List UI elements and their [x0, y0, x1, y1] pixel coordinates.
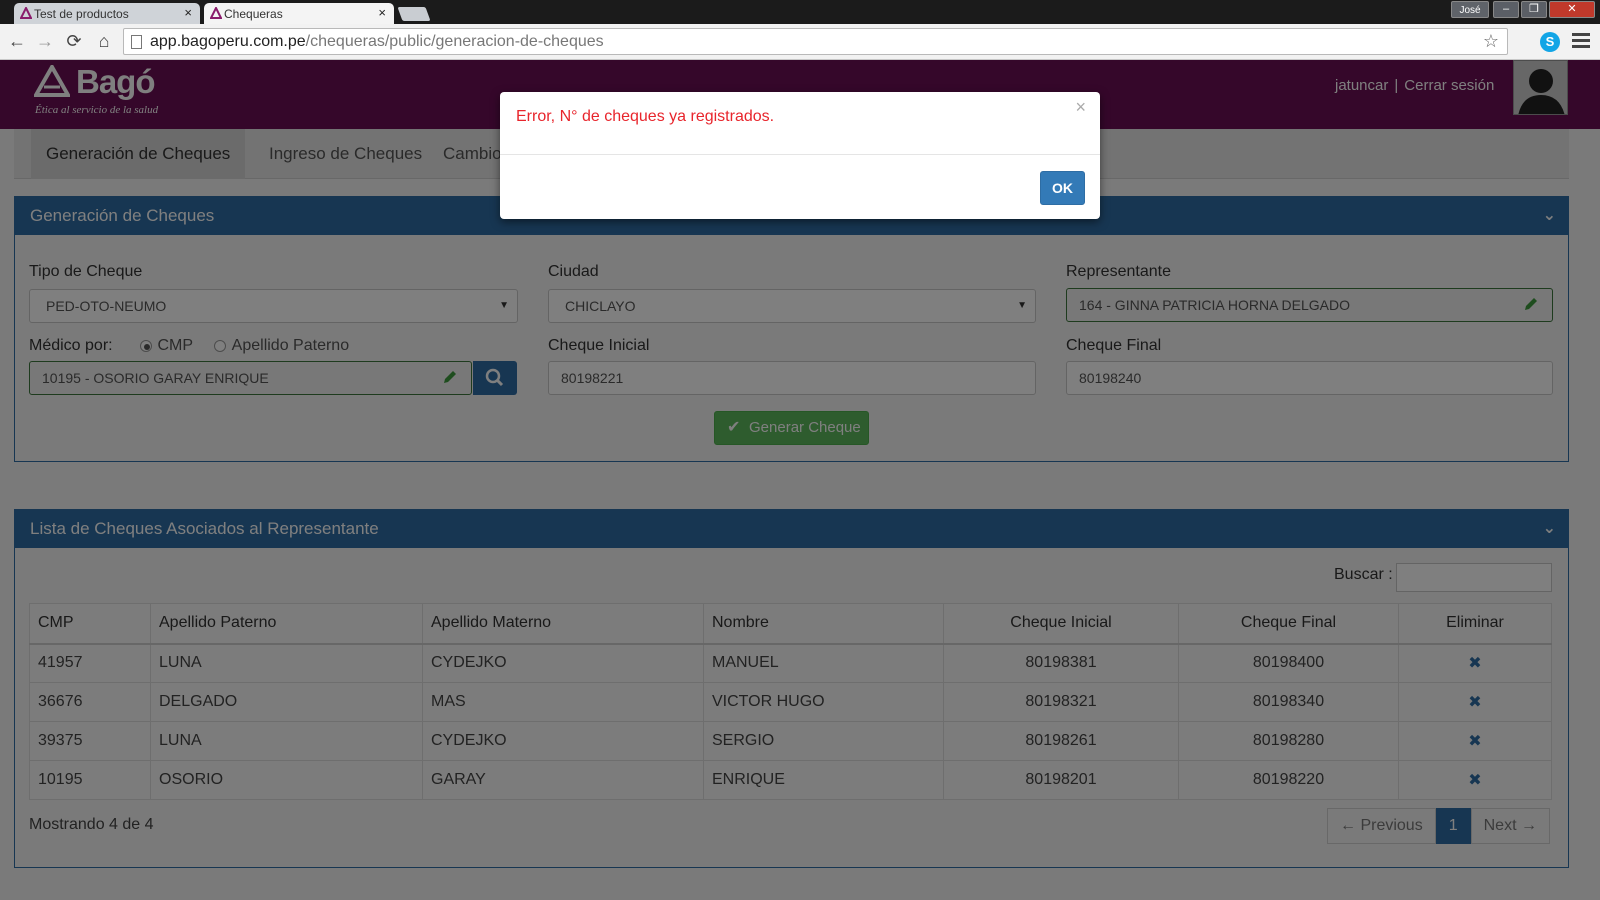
browser-user-badge[interactable]: José [1451, 1, 1489, 18]
bago-favicon-icon [210, 7, 222, 19]
url-text: app.bagoperu.com.pe/chequeras/public/gen… [150, 33, 604, 51]
ok-button[interactable]: OK [1040, 171, 1085, 205]
tab-close-icon[interactable]: × [184, 5, 192, 20]
browser-tab-bar: Test de productos × Chequeras × José – ❐… [0, 0, 1600, 24]
url-path: /chequeras/public/generacion-de-cheques [305, 33, 604, 50]
back-arrow-icon[interactable]: ← [6, 30, 28, 52]
browser-tab-chequeras[interactable]: Chequeras × [204, 3, 394, 24]
page-icon [131, 35, 142, 49]
reload-icon[interactable]: ⟳ [63, 30, 85, 52]
new-tab-button[interactable] [397, 7, 431, 21]
bookmark-star-icon[interactable]: ☆ [1483, 31, 1499, 52]
skype-icon[interactable]: S [1540, 32, 1560, 52]
browser-tab-label: Test de productos [34, 6, 129, 21]
browser-menu-icon[interactable] [1572, 33, 1590, 51]
browser-tab-label: Chequeras [224, 6, 283, 21]
restore-button[interactable]: ❐ [1521, 1, 1547, 18]
tab-close-icon[interactable]: × [378, 5, 386, 20]
browser-toolbar: ← → ⟳ ⌂ app.bagoperu.com.pe/chequeras/pu… [0, 24, 1600, 60]
home-icon[interactable]: ⌂ [93, 30, 115, 52]
error-modal: Error, N° de cheques ya registrados. × O… [500, 92, 1100, 219]
error-message: Error, N° de cheques ya registrados. [516, 108, 775, 125]
window-close-button[interactable]: ✕ [1549, 1, 1595, 18]
forward-arrow-icon[interactable]: → [34, 30, 56, 52]
minimize-button[interactable]: – [1493, 1, 1519, 18]
browser-tab-test-productos[interactable]: Test de productos × [14, 3, 200, 24]
url-host: app.bagoperu.com.pe [150, 33, 306, 50]
modal-close-icon[interactable]: × [1075, 97, 1086, 118]
address-bar[interactable]: app.bagoperu.com.pe/chequeras/public/gen… [123, 28, 1508, 55]
modal-divider [500, 154, 1100, 155]
bago-favicon-icon [20, 7, 32, 19]
